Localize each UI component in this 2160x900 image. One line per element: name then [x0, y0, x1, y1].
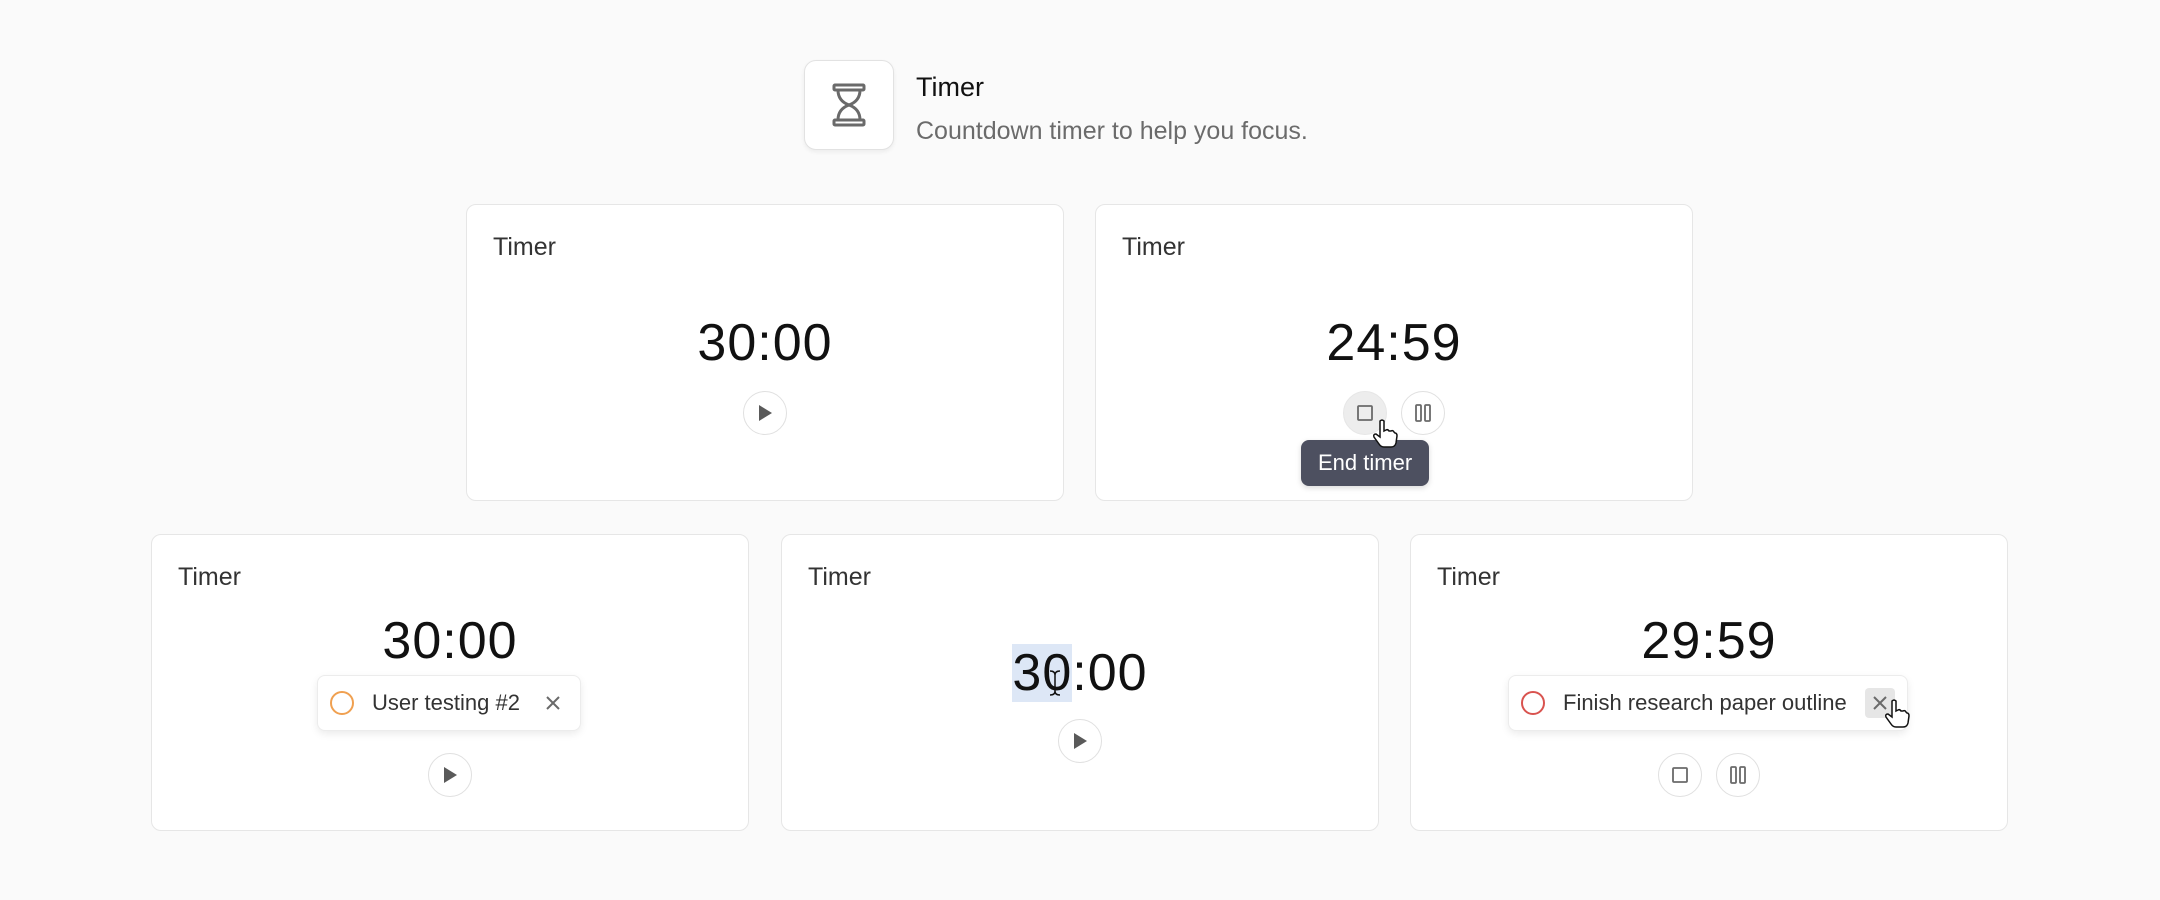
page-subtitle: Countdown timer to help you focus.: [916, 117, 1308, 145]
timer-card-1: Timer 30:00: [466, 204, 1064, 501]
end-timer-button[interactable]: [1658, 753, 1702, 797]
close-icon: [546, 696, 560, 710]
card-title: Timer: [808, 563, 871, 591]
timer-display-editing[interactable]: 30:00: [782, 644, 1378, 702]
task-status-circle-icon[interactable]: [330, 691, 354, 715]
play-button[interactable]: [743, 391, 787, 435]
timer-display[interactable]: 24:59: [1096, 317, 1692, 369]
task-label: Finish research paper outline: [1563, 690, 1847, 715]
play-icon: [1074, 733, 1087, 749]
card-title: Timer: [1122, 233, 1185, 261]
card-title: Timer: [178, 563, 241, 591]
pause-button[interactable]: [1401, 391, 1445, 435]
play-button[interactable]: [1058, 719, 1102, 763]
stop-icon: [1672, 767, 1688, 783]
pause-icon: [1415, 404, 1431, 422]
end-timer-tooltip: End timer: [1301, 440, 1430, 486]
timer-card-5: Timer 29:59 Finish research paper outlin…: [1410, 534, 2008, 831]
remove-task-button[interactable]: [538, 688, 568, 718]
play-icon: [759, 405, 772, 421]
task-status-circle-icon[interactable]: [1521, 691, 1545, 715]
timer-display[interactable]: 29:59: [1411, 615, 2007, 667]
timer-card-3: Timer 30:00 User testing #2: [151, 534, 749, 831]
hourglass-icon: [804, 60, 894, 150]
page-title: Timer: [916, 72, 984, 102]
pause-button[interactable]: [1716, 753, 1760, 797]
stop-icon: [1357, 405, 1373, 421]
play-button[interactable]: [428, 753, 472, 797]
page-header: Timer Countdown timer to help you focus.: [804, 60, 1308, 150]
text-cursor-icon: [1049, 670, 1061, 696]
task-chip[interactable]: User testing #2: [317, 675, 581, 731]
card-title: Timer: [493, 233, 556, 261]
timer-display[interactable]: 30:00: [467, 317, 1063, 369]
task-label: User testing #2: [372, 690, 520, 715]
timer-card-4: Timer 30:00: [781, 534, 1379, 831]
selected-minutes[interactable]: 30: [1012, 644, 1073, 702]
play-icon: [444, 767, 457, 783]
timer-display[interactable]: 30:00: [152, 615, 748, 667]
seconds-text[interactable]: :00: [1072, 644, 1147, 702]
task-chip[interactable]: Finish research paper outline: [1508, 675, 1908, 731]
card-title: Timer: [1437, 563, 1500, 591]
pause-icon: [1730, 766, 1746, 784]
timer-demo-page: Timer Countdown timer to help you focus.…: [0, 0, 2160, 900]
hand-cursor-icon: [1885, 699, 1910, 728]
timer-card-2: Timer 24:59 End timer: [1095, 204, 1693, 501]
hand-cursor-icon: [1373, 419, 1398, 448]
